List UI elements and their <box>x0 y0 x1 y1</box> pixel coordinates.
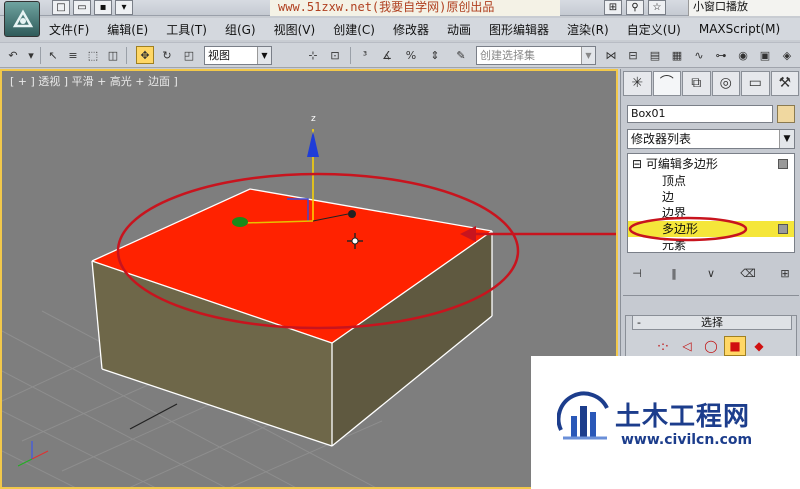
chevron-down-icon: ▼ <box>581 47 595 64</box>
app-logo[interactable] <box>4 1 40 37</box>
menu-rendering[interactable]: 渲染(R) <box>558 21 618 38</box>
element-mode-icon[interactable]: ◆ <box>748 336 770 356</box>
vertex-mode-icon[interactable]: ·:· <box>652 336 674 356</box>
remove-modifier-icon[interactable]: ⌫ <box>738 265 758 283</box>
binoculars-icon[interactable]: ⊞ <box>604 0 622 15</box>
command-panel-tabs: ✳ ⌒ ⧉ ◎ ▭ ⚒ <box>623 71 799 97</box>
annotation-stack-ellipse <box>628 216 748 242</box>
modifier-stack: ⊟ 可编辑多边形 顶点 边 边界 多边形 元素 <box>627 153 795 253</box>
mini-window-button[interactable]: 小窗口播放 <box>688 0 800 16</box>
material-editor-icon[interactable]: ◉ <box>734 46 752 64</box>
chevron-down-icon: ▼ <box>257 47 271 64</box>
chevron-down-icon: ▼ <box>779 130 794 148</box>
configure-sets-icon[interactable]: ⊞ <box>775 265 795 283</box>
motion-tab-icon[interactable]: ◎ <box>711 71 740 96</box>
menu-group[interactable]: 组(G) <box>216 21 265 38</box>
render-setup-icon[interactable]: ▣ <box>756 46 774 64</box>
viewport-scene: z <box>2 114 616 487</box>
angle-snap-icon[interactable]: ∡ <box>378 46 396 64</box>
gizmo-z-label: z <box>311 114 316 124</box>
selection-rollout: - 选择 ·:· ◁ ◯ ■ ◆ <box>625 315 797 359</box>
undo-icon[interactable]: ↶ <box>4 46 22 64</box>
watermark-name: 土木工程网 <box>615 402 751 432</box>
ribbon-icon[interactable]: ▦ <box>668 46 686 64</box>
rotate-icon[interactable]: ↻ <box>158 46 176 64</box>
utilities-tab-icon[interactable]: ⚒ <box>770 71 799 96</box>
object-name-field[interactable]: Box01 <box>627 105 773 123</box>
curve-editor-icon[interactable]: ∿ <box>690 46 708 64</box>
select-filter-icon[interactable]: ▾ <box>22 46 40 64</box>
new-file-icon[interactable]: □ <box>52 0 70 15</box>
render-icon[interactable]: ◈ <box>778 46 796 64</box>
command-panel: ✳ ⌒ ⧉ ◎ ▭ ⚒ Box01 修改器列表 ▼ ⊟ 可编辑多边形 顶点 边 … <box>620 69 800 359</box>
hierarchy-tab-icon[interactable]: ⧉ <box>682 71 711 96</box>
perspective-viewport[interactable]: [ + ] 透视 ] 平滑 + 高光 + 边面 ] z <box>0 69 618 489</box>
pivot-icon[interactable]: ⊹ <box>304 46 322 64</box>
menu-maxscript[interactable]: MAXScript(M) <box>690 22 789 36</box>
main-toolbar: ↶ ▾ ↖ ≡ ⬚ ◫ ✥ ↻ ◰ 视图 ▼ ⊹ ⊡ ³ ∡ % ⇕ ✎ 创建选… <box>0 42 800 68</box>
select-by-name-icon[interactable]: ≡ <box>64 46 82 64</box>
menu-create[interactable]: 创建(C) <box>324 21 384 38</box>
menu-tools[interactable]: 工具(T) <box>157 21 216 38</box>
polygon-mode-icon[interactable]: ■ <box>724 336 746 356</box>
menu-file[interactable]: 文件(F) <box>40 21 98 38</box>
spinner-snap-icon[interactable]: ⇕ <box>426 46 444 64</box>
project-icon[interactable]: ▾ <box>115 0 133 15</box>
menu-edit[interactable]: 编辑(E) <box>98 21 157 38</box>
search-icon[interactable]: ⚲ <box>626 0 644 15</box>
save-icon[interactable]: ▪ <box>94 0 112 15</box>
percent-snap-icon[interactable]: % <box>402 46 420 64</box>
menu-animation[interactable]: 动画 <box>438 21 480 38</box>
modifier-list-dropdown[interactable]: 修改器列表 ▼ <box>627 129 795 149</box>
rect-selection-icon[interactable]: ⬚ <box>84 46 102 64</box>
move-icon[interactable]: ✥ <box>136 46 154 64</box>
title-bar: □ ▭ ▪ ▾ www.51zxw.net(我要自学网)原创出品 ⊞ ⚲ ☆ 小… <box>0 0 800 37</box>
rollout-title-bar[interactable]: - 选择 <box>632 315 792 330</box>
named-selection-select[interactable]: 创建选择集 ▼ <box>476 46 596 65</box>
menu-bar: 文件(F) 编辑(E) 工具(T) 组(G) 视图(V) 创建(C) 修改器 动… <box>40 18 800 40</box>
open-file-icon[interactable]: ▭ <box>73 0 91 15</box>
display-tab-icon[interactable]: ▭ <box>741 71 770 96</box>
menu-modifiers[interactable]: 修改器 <box>384 21 438 38</box>
axis-tripod-icon <box>17 441 49 467</box>
show-end-result-icon[interactable]: ‖ <box>664 265 684 283</box>
select-object-icon[interactable]: ↖ <box>44 46 62 64</box>
window-crossing-icon[interactable]: ◫ <box>104 46 122 64</box>
watermark-url: www.civilcn.com <box>621 432 753 448</box>
rollout-toggle: - <box>637 316 641 329</box>
reference-coord-select[interactable]: 视图 ▼ <box>204 46 272 65</box>
mirror-icon[interactable]: ⋈ <box>602 46 620 64</box>
menu-views[interactable]: 视图(V) <box>265 21 325 38</box>
layer-icon[interactable]: ▤ <box>646 46 664 64</box>
align-icon[interactable]: ⊟ <box>624 46 642 64</box>
object-color-swatch[interactable] <box>777 105 795 123</box>
window-title: www.51zxw.net(我要自学网)原创出品 <box>270 0 560 16</box>
watermark: 土木工程网 www.civilcn.com <box>531 356 800 489</box>
schematic-icon[interactable]: ⊶ <box>712 46 730 64</box>
create-tab-icon[interactable]: ✳ <box>623 71 652 96</box>
civilcn-logo-icon <box>557 391 609 440</box>
manipulate-icon[interactable]: ⊡ <box>326 46 344 64</box>
scale-icon[interactable]: ◰ <box>180 46 198 64</box>
star-icon[interactable]: ☆ <box>648 0 666 15</box>
menu-customize[interactable]: 自定义(U) <box>618 21 690 38</box>
menu-graph-editors[interactable]: 图形编辑器 <box>480 21 558 38</box>
edge-mode-icon[interactable]: ◁ <box>676 336 698 356</box>
edit-named-selection-icon[interactable]: ✎ <box>452 46 470 64</box>
modify-tab-icon[interactable]: ⌒ <box>652 71 681 96</box>
snap-icon[interactable]: ³ <box>356 46 374 64</box>
make-unique-icon[interactable]: ∨ <box>701 265 721 283</box>
max-logo-icon <box>12 9 34 28</box>
border-mode-icon[interactable]: ◯ <box>700 336 722 356</box>
pin-stack-icon[interactable]: ⊣ <box>627 265 647 283</box>
stack-tools: ⊣ ‖ ∨ ⌫ ⊞ <box>627 265 795 285</box>
